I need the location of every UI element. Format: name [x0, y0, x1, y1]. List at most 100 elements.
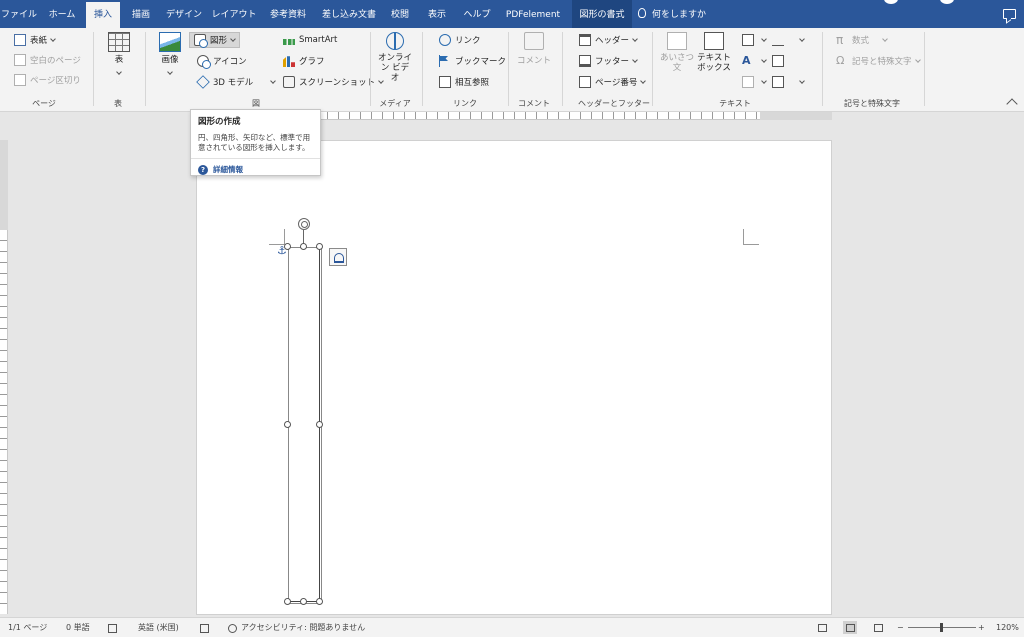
- signature-line-button[interactable]: [772, 32, 805, 48]
- bookmark-icon: [439, 55, 451, 67]
- cover-page-label: 表紙: [30, 36, 48, 46]
- crop-mark-top-right: [743, 229, 759, 245]
- vertical-ruler-margin-top: [0, 140, 8, 230]
- accessibility-status[interactable]: アクセシビリティ: 問題ありません: [228, 618, 365, 637]
- tab-design[interactable]: デザイン: [164, 0, 204, 28]
- equation-button[interactable]: π 数式: [836, 32, 888, 48]
- footer-label: フッター: [595, 57, 630, 67]
- read-mode-button[interactable]: [815, 621, 829, 634]
- tab-insert[interactable]: 挿入: [86, 0, 120, 28]
- tab-pdfelement[interactable]: PDFelement: [500, 0, 566, 28]
- page-number-button[interactable]: ページ番号: [579, 74, 647, 90]
- resize-handle-bottom-left[interactable]: [284, 598, 291, 605]
- word-count[interactable]: 0 単語: [66, 618, 90, 637]
- blank-page-label: 空白のページ: [30, 56, 81, 66]
- date-time-button[interactable]: [772, 53, 788, 69]
- web-layout-button[interactable]: [871, 621, 885, 634]
- group-label-media: メディア: [379, 99, 411, 108]
- language-status[interactable]: 英語 (米国): [138, 618, 179, 637]
- greeting-button[interactable]: あいさつ 文: [660, 32, 694, 73]
- help-icon: ?: [198, 164, 208, 175]
- drop-cap-icon: [742, 76, 754, 88]
- page-count[interactable]: 1/1 ページ: [8, 618, 47, 637]
- signature-pen-icon: [772, 34, 784, 46]
- layout-options-button[interactable]: [329, 248, 347, 266]
- footer-button[interactable]: フッター: [579, 53, 638, 69]
- chevron-down-icon: [799, 77, 805, 84]
- page-number-icon: [579, 76, 591, 88]
- tab-home[interactable]: ホーム: [44, 0, 80, 28]
- resize-handle-top[interactable]: [300, 243, 307, 250]
- cover-page-button[interactable]: 表紙: [14, 32, 56, 48]
- group-label-links: リンク: [453, 99, 477, 108]
- bookmark-button[interactable]: ブックマーク: [439, 53, 506, 69]
- group-label-tables: 表: [114, 99, 122, 108]
- chevron-down-icon: [116, 69, 122, 75]
- chart-button[interactable]: グラフ: [283, 53, 325, 69]
- screenshot-button[interactable]: スクリーンショット: [283, 74, 384, 90]
- proofing-status[interactable]: [108, 618, 121, 637]
- drop-cap-button[interactable]: [742, 74, 767, 90]
- tab-layout[interactable]: レイアウト: [210, 0, 258, 28]
- tab-draw[interactable]: 描画: [124, 0, 158, 28]
- chevron-down-icon: [632, 35, 638, 42]
- object-button[interactable]: [772, 74, 805, 90]
- icons-button[interactable]: アイコン: [197, 53, 247, 69]
- quick-parts-button[interactable]: [742, 32, 767, 48]
- chevron-down-icon: [640, 77, 647, 84]
- group-label-comments: コメント: [518, 99, 550, 108]
- collapse-ribbon-icon[interactable]: [1006, 98, 1018, 110]
- tell-me-label: 何をしますか: [652, 10, 707, 20]
- blank-page-button[interactable]: 空白のページ: [14, 52, 81, 68]
- user-avatar[interactable]: [884, 0, 898, 4]
- tab-shape-format[interactable]: 図形の書式: [572, 0, 632, 28]
- screenshot-icon: [283, 76, 295, 88]
- tab-file[interactable]: ファイル: [0, 0, 38, 28]
- page-break-button[interactable]: ページ区切り: [14, 72, 81, 88]
- cross-reference-button[interactable]: 相互参照: [439, 74, 489, 90]
- comments-pane-icon[interactable]: [1003, 9, 1016, 19]
- picture-button[interactable]: 画像: [154, 32, 186, 77]
- resize-handle-left[interactable]: [284, 421, 291, 428]
- zoom-in-button[interactable]: +: [978, 618, 985, 637]
- symbol-button[interactable]: Ω 記号と特殊文字: [836, 53, 921, 69]
- macro-status[interactable]: [200, 618, 213, 637]
- textbox-icon: [704, 32, 724, 50]
- tell-me-search[interactable]: 何をしますか: [638, 0, 718, 28]
- print-layout-button[interactable]: [843, 621, 857, 634]
- wordart-button[interactable]: A: [742, 53, 767, 69]
- link-button[interactable]: リンク: [439, 32, 481, 48]
- tab-references[interactable]: 参考資料: [264, 0, 312, 28]
- tab-mailings[interactable]: 差し込み文書: [318, 0, 380, 28]
- textbox-label-1: テキスト: [697, 53, 731, 63]
- textbox-button[interactable]: テキスト ボックス: [696, 32, 732, 73]
- resize-handle-top-right[interactable]: [316, 243, 323, 250]
- chevron-down-icon: [761, 35, 767, 42]
- 3d-models-button[interactable]: 3D モデル: [196, 74, 276, 90]
- tooltip-more-info-link[interactable]: ? 詳細情報: [198, 164, 313, 175]
- header-button[interactable]: ヘッダー: [579, 32, 638, 48]
- zoom-slider-thumb[interactable]: [940, 623, 943, 632]
- resize-handle-bottom-right[interactable]: [316, 598, 323, 605]
- group-separator: [562, 32, 563, 106]
- smartart-button[interactable]: SmartArt: [283, 32, 337, 48]
- tab-help[interactable]: ヘルプ: [460, 0, 494, 28]
- coauthor-avatar[interactable]: [940, 0, 954, 4]
- resize-handle-right[interactable]: [316, 421, 323, 428]
- group-label-pages: ページ: [32, 99, 56, 108]
- table-button[interactable]: 表: [103, 32, 135, 77]
- new-comment-button[interactable]: コメント: [514, 32, 554, 66]
- shapes-button[interactable]: 図形: [189, 32, 241, 48]
- online-video-button[interactable]: オンライ ン ビデオ: [378, 32, 412, 83]
- resize-handle-bottom[interactable]: [300, 598, 307, 605]
- document-page[interactable]: ⚓: [196, 140, 832, 615]
- resize-handle-top-left[interactable]: [284, 243, 291, 250]
- zoom-out-button[interactable]: −: [897, 618, 904, 637]
- group-separator: [508, 32, 509, 106]
- tab-review[interactable]: 校閲: [386, 0, 414, 28]
- zoom-level[interactable]: 120%: [996, 618, 1019, 637]
- tab-view[interactable]: 表示: [420, 0, 454, 28]
- wordart-icon: A: [742, 54, 751, 67]
- chart-icon: [283, 56, 295, 67]
- rotate-handle[interactable]: [298, 218, 310, 230]
